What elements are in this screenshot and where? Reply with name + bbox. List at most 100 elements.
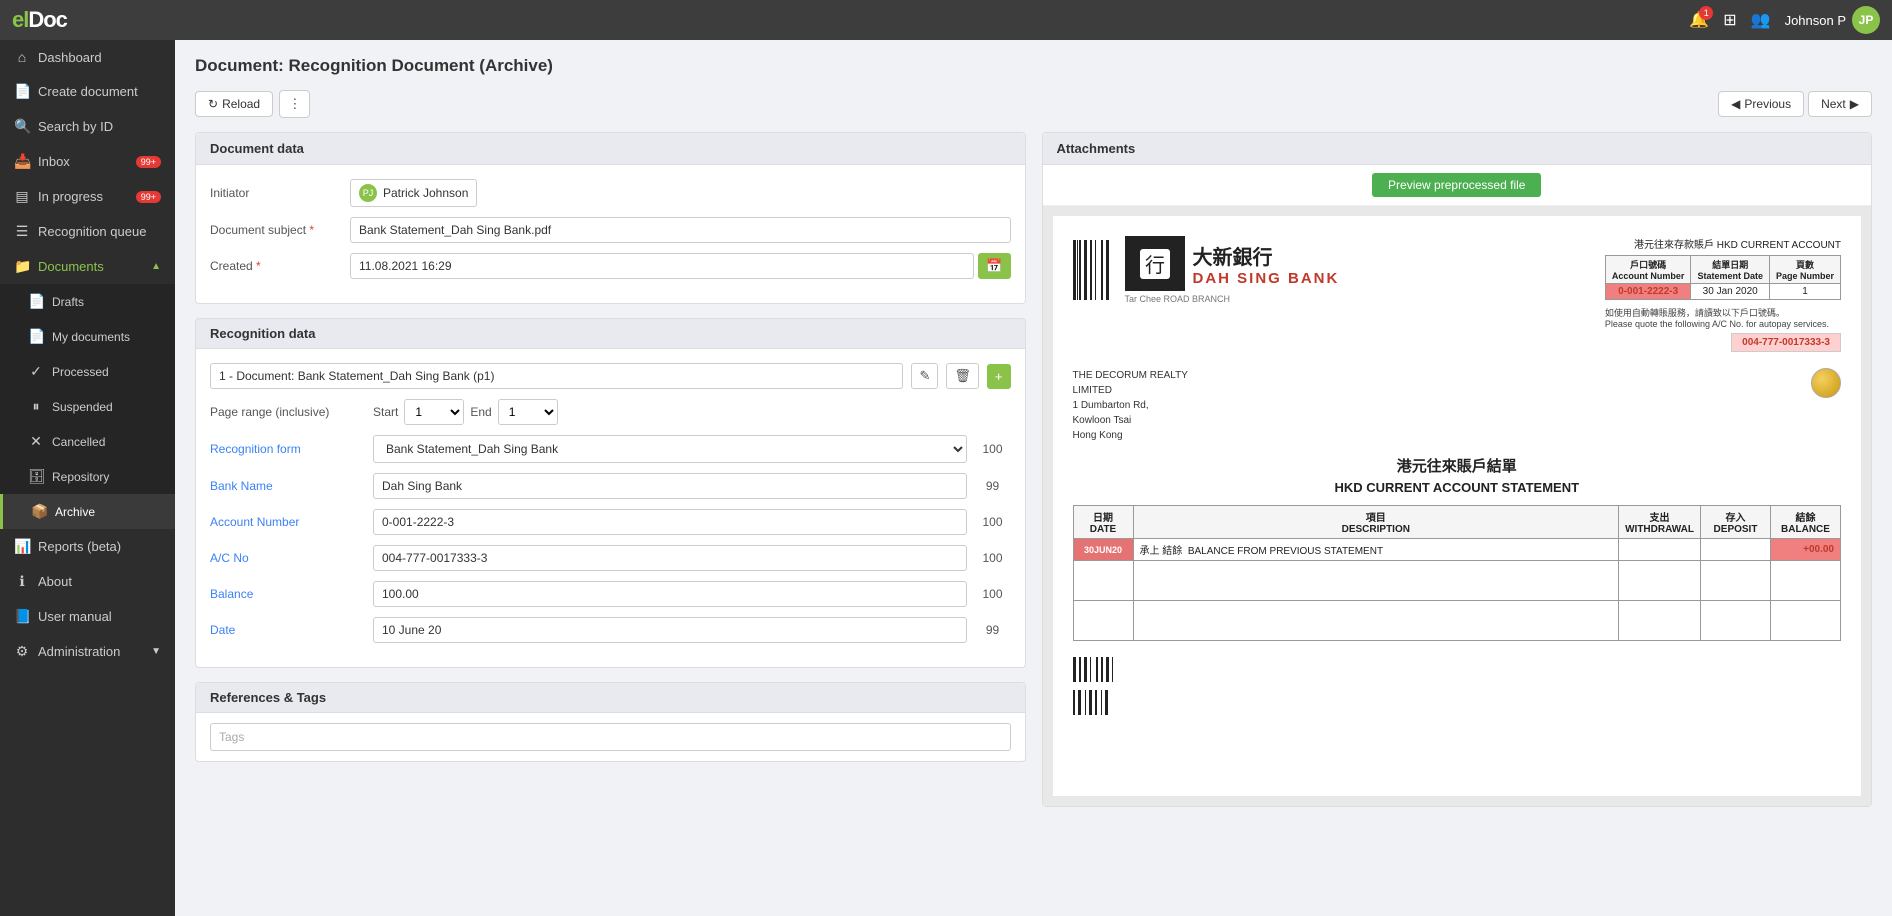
- sidebar-label-archive: Archive: [55, 505, 95, 519]
- reports-icon: 📊: [14, 538, 30, 555]
- bank-document: 行 大新銀行 DAH SING BANK Tar Chee ROA: [1053, 216, 1862, 796]
- ac-no-input[interactable]: [373, 545, 967, 571]
- prev-icon: ◀: [1731, 97, 1740, 111]
- recognition-form-score: 100: [975, 442, 1011, 456]
- statement-deposit: [1701, 539, 1771, 561]
- sidebar-item-administration[interactable]: ⚙ Administration ▼: [0, 634, 175, 669]
- sidebar-label-user-manual: User manual: [38, 609, 112, 624]
- sidebar-item-user-manual[interactable]: 📘 User manual: [0, 599, 175, 634]
- date-label: Date: [210, 623, 365, 637]
- recognition-form-select[interactable]: Bank Statement_Dah Sing Bank: [373, 435, 967, 463]
- sidebar-label-search-by-id: Search by ID: [38, 119, 113, 134]
- sidebar-label-documents: Documents: [38, 259, 104, 274]
- account-number-row: Account Number 100: [210, 509, 1011, 535]
- sidebar-label-repository: Repository: [52, 470, 109, 484]
- sidebar-item-suspended[interactable]: ⏸ Suspended: [0, 389, 175, 424]
- recognition-document-select[interactable]: 1 - Document: Bank Statement_Dah Sing Ba…: [210, 363, 903, 389]
- suspended-icon: ⏸: [28, 398, 44, 415]
- recognition-delete-button[interactable]: 🗑: [946, 363, 979, 389]
- sidebar-item-about[interactable]: ℹ About: [0, 564, 175, 599]
- previous-label: Previous: [1744, 97, 1791, 111]
- sidebar-item-my-documents[interactable]: 📄 My documents: [0, 319, 175, 354]
- in-progress-icon: ▤: [14, 188, 30, 205]
- sidebar-item-processed[interactable]: ✓ Processed: [0, 354, 175, 389]
- reload-label: Reload: [222, 97, 260, 111]
- created-date-input[interactable]: [350, 253, 974, 279]
- sidebar-label-administration: Administration: [38, 644, 120, 659]
- notification-badge: 1: [1699, 6, 1713, 20]
- sidebar-label-in-progress: In progress: [38, 189, 103, 204]
- page-title: Document: Recognition Document (Archive): [195, 56, 1872, 76]
- recognition-add-button[interactable]: +: [987, 364, 1011, 389]
- inbox-icon: 📥: [14, 153, 30, 170]
- preview-preprocessed-button[interactable]: Preview preprocessed file: [1372, 173, 1541, 197]
- sidebar-label-about: About: [38, 574, 72, 589]
- recognition-edit-button[interactable]: ✎: [911, 363, 938, 389]
- created-row: Created * 📅: [210, 253, 1011, 279]
- sidebar-item-cancelled[interactable]: ✕ Cancelled: [0, 424, 175, 459]
- next-label: Next: [1821, 97, 1846, 111]
- create-document-icon: 📄: [14, 83, 30, 100]
- page-start-select[interactable]: 1: [404, 399, 464, 425]
- archive-icon: 📦: [31, 503, 47, 520]
- sidebar-item-repository[interactable]: 🗄 Repository: [0, 459, 175, 494]
- statement-title-zh: 港元往來賬戶結單: [1073, 455, 1842, 476]
- sidebar-label-inbox: Inbox: [38, 154, 70, 169]
- delete-icon: 🗑: [954, 368, 971, 383]
- initiator-row: Initiator PJ Patrick Johnson: [210, 179, 1011, 207]
- sidebar-item-reports[interactable]: 📊 Reports (beta): [0, 529, 175, 564]
- balance-row: Balance 100: [210, 581, 1011, 607]
- repository-icon: 🗄: [28, 468, 44, 485]
- sidebar-item-archive[interactable]: 📦 Archive: [0, 494, 175, 529]
- sidebar-item-inbox[interactable]: 📥 Inbox 99+: [0, 144, 175, 179]
- sidebar-item-search-by-id[interactable]: 🔍 Search by ID: [0, 109, 175, 144]
- grid-button[interactable]: ⊞: [1723, 10, 1736, 30]
- balance-input[interactable]: [373, 581, 967, 607]
- sidebar-item-documents[interactable]: 📁 Documents ▲: [0, 249, 175, 284]
- sidebar-label-dashboard: Dashboard: [38, 50, 102, 65]
- about-icon: ℹ: [14, 573, 30, 590]
- more-options-button[interactable]: ⋮: [279, 90, 310, 118]
- sidebar-label-reports: Reports (beta): [38, 539, 121, 554]
- left-barcode: [1073, 240, 1109, 300]
- page-end-select[interactable]: 1: [498, 399, 558, 425]
- app-logo: elDoc: [12, 7, 67, 33]
- account-number-input[interactable]: [373, 509, 967, 535]
- bank-name-score: 99: [975, 479, 1011, 493]
- sidebar-item-in-progress[interactable]: ▤ In progress 99+: [0, 179, 175, 214]
- processed-icon: ✓: [28, 363, 44, 380]
- document-subject-input[interactable]: [350, 217, 1011, 243]
- date-input[interactable]: [373, 617, 967, 643]
- topnav: elDoc 🔔 1 ⊞ 👥 Johnson P JP: [0, 0, 1892, 40]
- calendar-button[interactable]: 📅: [978, 253, 1010, 279]
- page-number-cell: 1: [1769, 284, 1840, 300]
- initiator-name: Patrick Johnson: [383, 186, 468, 200]
- toolbar: ↻ Reload ⋮ ◀ Previous Next ▶: [195, 90, 1872, 118]
- sidebar-item-dashboard[interactable]: ⌂ Dashboard: [0, 40, 175, 74]
- bank-name-input[interactable]: [373, 473, 967, 499]
- document-data-panel: Document data Initiator PJ Patrick Johns…: [195, 132, 1026, 304]
- reload-button[interactable]: ↻ Reload: [195, 91, 273, 117]
- notification-button[interactable]: 🔔 1: [1689, 10, 1709, 30]
- inbox-badge: 99+: [136, 156, 161, 168]
- bank-name-area: 大新銀行 DAH SING BANK: [1193, 241, 1340, 287]
- search-icon: 🔍: [14, 118, 30, 135]
- sidebar-item-drafts[interactable]: 📄 Drafts: [0, 284, 175, 319]
- topnav-right: 🔔 1 ⊞ 👥 Johnson P JP: [1689, 6, 1880, 34]
- previous-button[interactable]: ◀ Previous: [1718, 91, 1804, 117]
- sidebar-item-create-document[interactable]: 📄 Create document: [0, 74, 175, 109]
- account-number-score: 100: [975, 515, 1011, 529]
- document-data-header: Document data: [196, 133, 1025, 165]
- user-avatar: JP: [1852, 6, 1880, 34]
- references-body: [196, 713, 1025, 761]
- autopay-acno: 004-777-0017333-3: [1731, 333, 1841, 352]
- recognition-data-body: 1 - Document: Bank Statement_Dah Sing Ba…: [195, 349, 1026, 668]
- next-button[interactable]: Next ▶: [1808, 91, 1872, 117]
- in-progress-badge: 99+: [136, 191, 161, 203]
- account-table: 戶口號碼Account Number 結單日期Statement Date 頁數…: [1605, 255, 1841, 300]
- coin-area: [1811, 368, 1841, 398]
- initiator-badge[interactable]: PJ Patrick Johnson: [350, 179, 477, 207]
- tags-select[interactable]: [210, 723, 1011, 751]
- sidebar-item-recognition-queue[interactable]: ☰ Recognition queue: [0, 214, 175, 249]
- users-button[interactable]: 👥: [1751, 10, 1771, 30]
